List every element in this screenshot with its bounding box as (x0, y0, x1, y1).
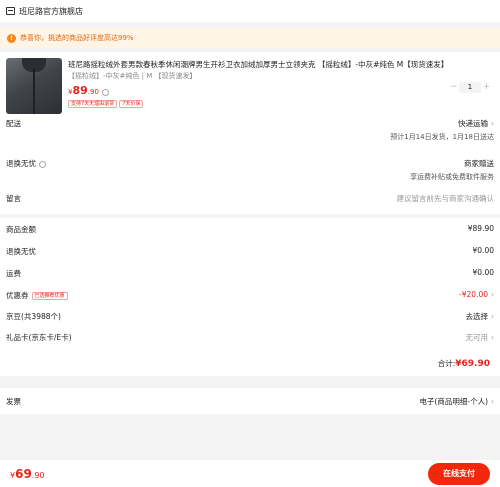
chevron-right-icon: › (491, 397, 494, 406)
returns-info-icon[interactable] (39, 160, 46, 168)
chevron-right-icon: › (491, 312, 494, 321)
message-label: 留言 (6, 194, 21, 203)
jingdou-value-wrap: 去选择 › (466, 311, 495, 322)
giftcard-value: 无可用 (465, 333, 489, 342)
product-tags: 支持7天无理由退货 7天价保 (68, 100, 144, 108)
coupon-row[interactable]: 优惠券 已选推荐优惠 -¥20.00 › (6, 290, 494, 301)
price-int: 89 (72, 84, 88, 97)
jingdou-value: 去选择 (465, 312, 489, 321)
coupon-value: -¥20.00 (459, 290, 488, 299)
order-total: 合计:¥69.90 (438, 358, 490, 369)
store-header[interactable]: 班尼路官方旗舰店 (0, 0, 500, 22)
checkout-price: ¥69.90 (10, 467, 45, 481)
shipping-value: ¥0.00 (472, 268, 494, 277)
product-tag: 7天价保 (119, 100, 144, 108)
returns-gift: 商家赠送 (464, 159, 494, 168)
quantity-value[interactable]: 1 (459, 82, 481, 93)
returns-fee-row: 退换无忧 ¥0.00 (6, 246, 494, 257)
goods-amount-label: 商品金额 (6, 225, 36, 234)
returns-detail: 享运费补贴或免费取件服务 (410, 173, 494, 181)
total-amount: 69.90 (461, 359, 490, 369)
jingdou-row[interactable]: 京豆(共3988个) 去选择 › (6, 311, 494, 322)
message-row[interactable]: 留言 建议留言前先与商家沟通确认 (6, 193, 494, 204)
product-title[interactable]: 班尼路摇粒绒外套男款春秋季休闲潮牌男生开衫卫衣加绒加厚男士立领夹克 【摇粒绒】-… (68, 59, 488, 70)
message-input[interactable]: 建议留言前先与商家沟通确认 (397, 193, 495, 204)
tip-banner: ! 恭喜你，挑选的商品好评度高达99% (0, 28, 500, 48)
tip-text: 恭喜你，挑选的商品好评度高达99% (20, 34, 134, 42)
checkout-int: 69 (15, 466, 32, 481)
coupon-tag: 已选推荐优惠 (31, 292, 68, 300)
info-icon: ! (7, 33, 16, 43)
delivery-value: 快递运输 › 预计1月14日发货，1月18日送达 (390, 118, 494, 142)
coupon-label: 优惠券 (6, 291, 29, 300)
pay-button[interactable]: 在线支付 (428, 462, 490, 485)
product-card: 班尼路摇粒绒外套男款春秋季休闲潮牌男生开衫卫衣加绒加厚男士立领夹克 【摇粒绒】-… (0, 52, 500, 214)
invoice-value: 电子(商品明细-个人) (419, 397, 488, 406)
returns-label: 退换无忧 (6, 159, 36, 168)
coupon-value-wrap: -¥20.00 › (459, 290, 494, 299)
invoice-card[interactable]: 发票 电子(商品明细-个人) › (0, 388, 500, 414)
delivery-estimate: 预计1月14日发货，1月18日送达 (390, 133, 494, 141)
invoice-value-wrap: 电子(商品明细-个人) › (419, 396, 494, 407)
chevron-right-icon: › (491, 119, 494, 128)
store-icon (6, 7, 15, 15)
shipping-row: 运费 ¥0.00 (6, 268, 494, 279)
checkout-bar: ¥69.90 在线支付 (0, 460, 500, 487)
returns-row[interactable]: 退换无忧 商家赠送 享运费补贴或免费取件服务 (6, 158, 494, 182)
price-dec: .90 (87, 88, 99, 96)
product-tag: 支持7天无理由退货 (68, 100, 118, 108)
quantity-stepper: − 1 + (448, 82, 492, 93)
delivery-label: 配送 (6, 119, 21, 128)
increase-button[interactable]: + (481, 82, 492, 93)
product-price: ¥89.90 (68, 84, 109, 97)
jingdou-label: 京豆(共3988个) (6, 312, 61, 321)
giftcard-row[interactable]: 礼品卡(京东卡/E卡) 无可用 › (6, 332, 494, 343)
goods-amount-row: 商品金额 ¥89.90 (6, 224, 494, 235)
delivery-row[interactable]: 配送 快递运输 › 预计1月14日发货，1月18日送达 (6, 118, 494, 142)
coupon-label-wrap: 优惠券 已选推荐优惠 (6, 290, 68, 301)
shipping-label: 运费 (6, 269, 21, 278)
price-info-icon[interactable] (101, 88, 109, 96)
goods-amount-value: ¥89.90 (467, 224, 494, 233)
returns-fee-label: 退换无忧 (6, 247, 36, 256)
invoice-label: 发票 (6, 397, 21, 406)
giftcard-label: 礼品卡(京东卡/E卡) (6, 333, 72, 342)
returns-value: 商家赠送 享运费补贴或免费取件服务 (410, 158, 494, 182)
total-label: 合计: (437, 359, 456, 368)
checkout-dec: .90 (31, 470, 45, 480)
invoice-row[interactable]: 发票 电子(商品明细-个人) › (6, 396, 494, 407)
product-spec[interactable]: 【摇粒绒】-中灰#纯色 | M 【现货速发】 (68, 71, 196, 81)
decrease-button[interactable]: − (448, 82, 459, 93)
returns-label-wrap: 退换无忧 (6, 158, 46, 169)
delivery-method: 快递运输 (458, 119, 488, 128)
returns-fee-value: ¥0.00 (472, 246, 494, 255)
store-name[interactable]: 班尼路官方旗舰店 (19, 6, 83, 17)
chevron-right-icon: › (491, 333, 494, 342)
chevron-right-icon: › (491, 290, 494, 299)
product-thumbnail[interactable] (6, 58, 62, 114)
order-summary: 商品金额 ¥89.90 退换无忧 ¥0.00 运费 ¥0.00 优惠券 已选推荐优… (0, 218, 500, 376)
giftcard-value-wrap: 无可用 › (466, 332, 495, 343)
